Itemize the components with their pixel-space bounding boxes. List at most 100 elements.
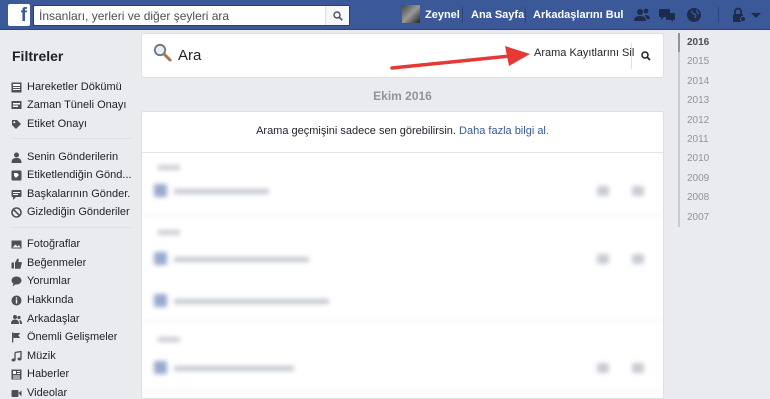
photos-icon [11,239,22,250]
page-title: Ara [178,47,202,64]
blurred-options-icon [632,186,644,196]
sidebar-item-tagged-posts[interactable]: Etiketlendiğin Gönd... [11,167,131,183]
blurred-options-icon [632,363,644,373]
sidebar-item-news[interactable]: Haberler [11,366,131,382]
sidebar-item-label: Etiketlendiğin Gönd... [27,169,131,181]
video-icon [11,388,22,399]
nav-divider [462,7,463,23]
sidebar-item-label: Haberler [27,368,70,380]
blurred-history-list [142,153,663,398]
sidebar-item-activity-log[interactable]: Hareketler Dökümü [11,79,131,95]
month-heading: Ekim 2016 [373,89,432,103]
sidebar-item-videos[interactable]: Videolar [11,385,131,399]
sidebar-item-hidden-posts[interactable]: Gizlediğin Gönderiler [11,204,131,220]
year-2013[interactable]: 2013 [678,91,718,111]
year-2008[interactable]: 2008 [678,188,718,208]
friend-requests-icon[interactable] [633,6,651,24]
notifications-globe-icon[interactable] [685,6,703,24]
list-divider [142,321,663,322]
sidebar-item-life-events[interactable]: Önemli Gelişmeler [11,329,131,345]
person-icon [11,152,22,163]
blurred-options-icon [632,254,644,264]
list-item[interactable] [142,181,663,201]
year-2012[interactable]: 2012 [678,110,718,130]
messages-icon[interactable] [658,6,676,24]
blurred-date [158,337,180,342]
hidden-icon [11,206,22,218]
list-item[interactable] [142,291,663,311]
filters-sidebar: Filtreler Hareketler Dökümü Zaman Tüneli… [0,31,133,399]
blurred-entry-icon [154,252,167,265]
year-2010[interactable]: 2010 [678,149,718,169]
list-divider [142,215,663,216]
blurred-privacy-icon [597,363,609,373]
news-icon [11,369,22,380]
flag-icon [11,332,22,343]
sidebar-item-label: Müzik [27,350,56,362]
sidebar-item-label: Etiket Onayı [27,118,87,130]
search-box[interactable] [33,5,350,26]
home-link[interactable]: Ana Sayfa [471,9,524,21]
magnifier-icon [153,43,172,62]
chevron-down-icon[interactable] [747,6,765,24]
year-2011[interactable]: 2011 [678,129,718,150]
comment-icon [11,276,22,287]
sidebar-item-comments[interactable]: Yorumlar [11,273,131,289]
sidebar-item-timeline-review[interactable]: Zaman Tüneli Onayı [11,97,131,113]
clear-searches-button[interactable]: Arama Kayıtlarını Sil [534,47,634,59]
sidebar-item-tag-review[interactable]: Etiket Onayı [11,116,131,132]
sidebar-item-label: Beğenmeler [27,257,87,269]
like-icon [11,258,22,269]
search-icon[interactable] [641,51,651,61]
facebook-logo[interactable]: f [8,4,30,26]
search-history-panel: Arama geçmişini sadece sen görebilirsin.… [141,111,664,399]
blurred-entry-text [174,366,294,371]
blurred-entry-text [174,257,309,262]
sidebar-item-label: Arkadaşlar [27,313,80,325]
sidebar-item-your-posts[interactable]: Senin Gönderilerin [11,149,131,165]
sidebar-item-others-posts[interactable]: Başkalarının Gönder... [11,186,131,202]
privacy-lock-icon[interactable] [729,6,747,24]
sidebar-item-photos[interactable]: Fotoğraflar [11,236,131,252]
sidebar-item-friends[interactable]: Arkadaşlar [11,311,131,327]
activity-log-icon [11,82,22,93]
sidebar-item-label: Senin Gönderilerin [27,151,119,163]
avatar[interactable] [402,5,420,23]
nav-divider [718,7,719,23]
sidebar-item-about[interactable]: Hakkında [11,292,131,308]
learn-more-link[interactable]: Daha fazla bilgi al. [459,125,549,137]
sidebar-item-label: Hakkında [27,294,74,306]
sidebar-divider [11,138,131,139]
year-navigation: 2016 2015 2014 2013 2012 2011 2010 2009 … [678,33,718,227]
filters-title: Filtreler [12,48,64,64]
sidebar-item-label: Yorumlar [27,275,71,287]
blurred-date [158,165,180,170]
list-item[interactable] [142,358,663,378]
tag-icon [11,119,22,130]
year-2009[interactable]: 2009 [678,168,718,189]
year-2015[interactable]: 2015 [678,52,718,72]
sidebar-item-label: Fotoğraflar [27,238,81,250]
search-button[interactable] [325,6,349,25]
music-icon [11,350,22,362]
year-2014[interactable]: 2014 [678,71,718,92]
sidebar-item-music[interactable]: Müzik [11,348,131,364]
list-item[interactable] [142,249,663,269]
year-2016[interactable]: 2016 [678,33,718,53]
header-divider [631,43,632,69]
blurred-entry-icon [154,294,167,307]
profile-link[interactable]: Zeynel [425,9,460,21]
year-2007[interactable]: 2007 [678,207,718,227]
blurred-privacy-icon [597,186,609,196]
blurred-privacy-icon [597,254,609,264]
blurred-entry-icon [154,361,167,374]
find-friends-link[interactable]: Arkadaşlarını Bul [533,9,623,21]
privacy-notice-text: Arama geçmişini sadece sen görebilirsin. [256,125,460,137]
timeline-review-icon [11,100,22,111]
sidebar-item-label: Zaman Tüneli Onayı [27,99,127,111]
search-input[interactable] [34,6,324,25]
blurred-entry-text [174,189,269,194]
sidebar-item-label: Hareketler Dökümü [27,81,122,93]
info-icon [11,295,22,306]
sidebar-item-likes[interactable]: Beğenmeler [11,255,131,271]
